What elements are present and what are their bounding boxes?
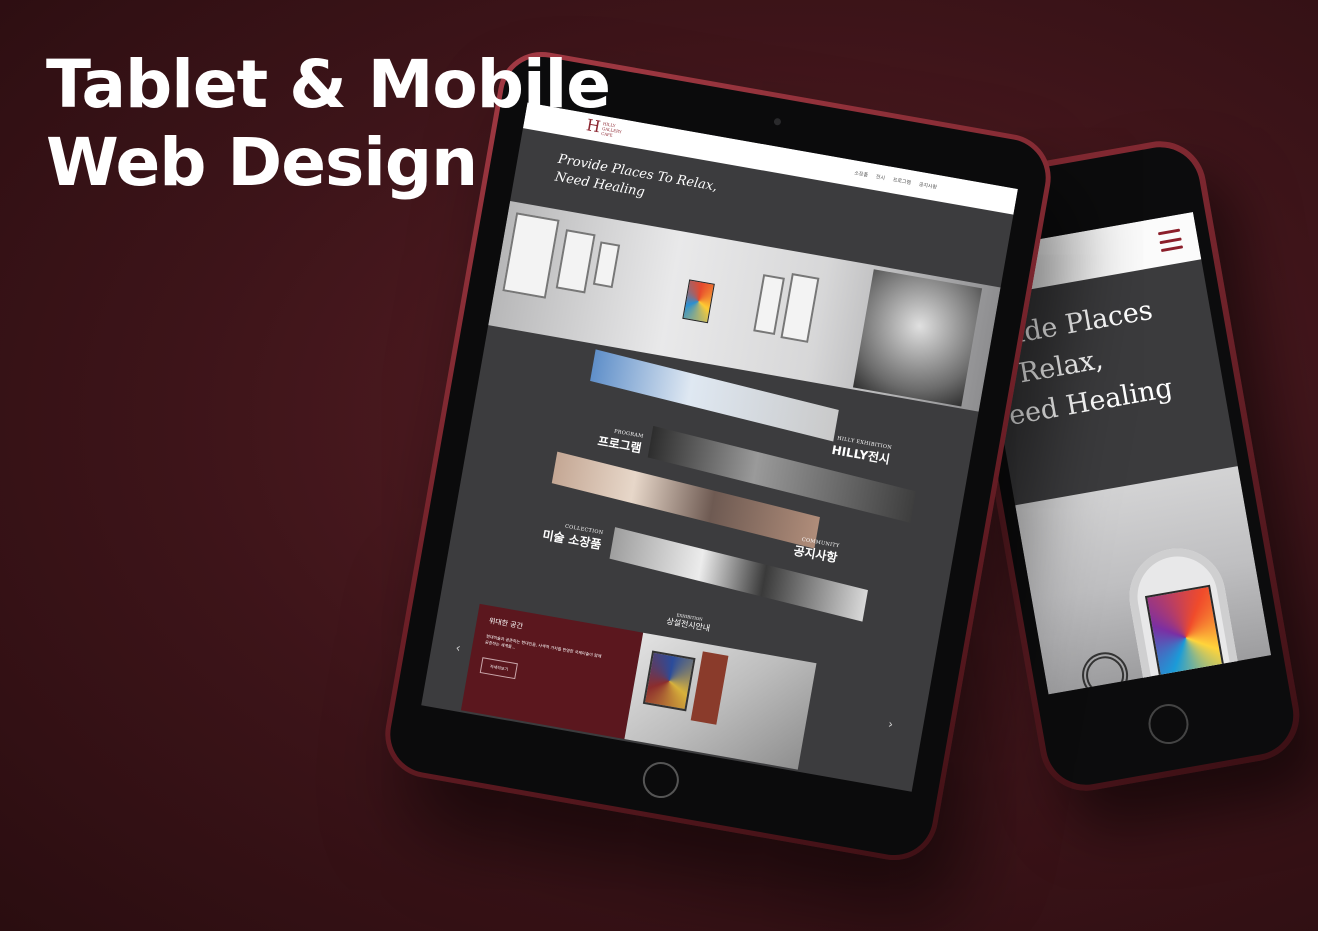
portrait-face-image bbox=[852, 269, 983, 407]
phone-home-button[interactable] bbox=[1145, 700, 1192, 748]
gallery-frame bbox=[555, 229, 596, 294]
slide-image bbox=[624, 632, 817, 770]
slider-next-icon[interactable]: › bbox=[887, 717, 894, 732]
brick-wall bbox=[690, 651, 729, 725]
page-headline: Tablet & Mobile Web Design bbox=[46, 46, 611, 202]
headline-line-2: Web Design bbox=[46, 124, 478, 201]
more-button[interactable]: 자세히보기 bbox=[479, 657, 519, 680]
gallery-frame bbox=[780, 273, 820, 343]
nav-item-exhibition[interactable]: 전시 bbox=[875, 173, 885, 182]
menu-label-community[interactable]: COMMUNITY 공지사항 bbox=[792, 536, 840, 566]
headline-line-1: Tablet & Mobile bbox=[46, 46, 611, 123]
menu-label-exhibition[interactable]: HILLY EXHIBITION HILLY전시 bbox=[830, 435, 893, 468]
phone-gallery-image bbox=[1015, 466, 1272, 695]
slider-prev-icon[interactable]: ‹ bbox=[455, 640, 462, 655]
ring-sculpture bbox=[1078, 648, 1132, 695]
nav-item-collection[interactable]: 소장품 bbox=[854, 169, 869, 178]
hamburger-menu-icon[interactable] bbox=[1157, 228, 1184, 253]
slide-artwork bbox=[642, 650, 696, 712]
nav-item-program[interactable]: 프로그램 bbox=[892, 176, 911, 186]
slide-info-panel: 위대한 공간 현대미술과 공존하는 현대인들, 사색적 가치를 반영한 국제미술… bbox=[460, 603, 644, 740]
portrait-painting bbox=[682, 279, 715, 324]
tablet-home-button[interactable] bbox=[640, 759, 682, 801]
gallery-frame bbox=[502, 212, 560, 299]
gallery-frame bbox=[592, 241, 621, 289]
camera-icon bbox=[773, 117, 782, 126]
main-nav: 소장품 전시 프로그램 공지사항 bbox=[854, 169, 938, 190]
menu-label-program[interactable]: PROGRAM 프로그램 bbox=[596, 426, 644, 456]
gallery-frame bbox=[753, 274, 785, 336]
tablet-screen: H HILLY GALLERY CAFE 소장품 전시 프로그램 공지사항 Pr… bbox=[421, 102, 1018, 792]
gallery-banner-image bbox=[488, 201, 1001, 412]
menu-label-collection[interactable]: COLLECTION 미술 소장품 bbox=[541, 520, 603, 553]
nav-item-notice[interactable]: 공지사항 bbox=[918, 181, 937, 191]
